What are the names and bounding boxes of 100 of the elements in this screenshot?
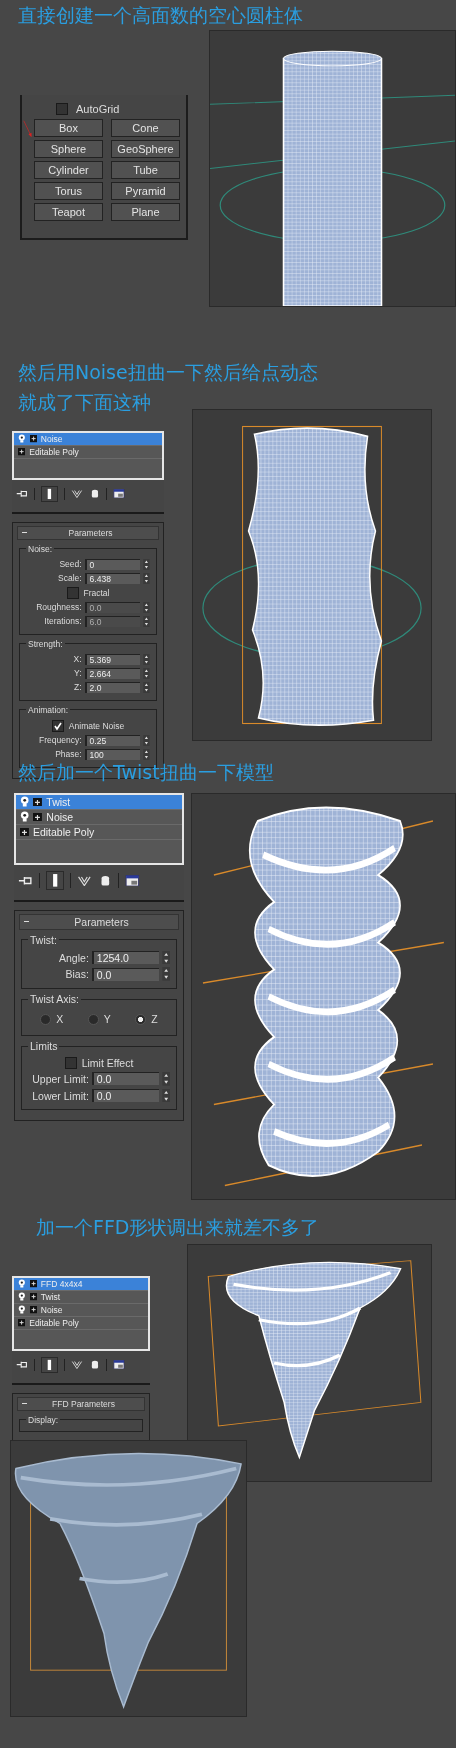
radio-label: Z <box>151 1013 158 1026</box>
spinner-icon[interactable] <box>161 967 170 982</box>
expand-icon[interactable] <box>18 448 26 456</box>
spinner-icon[interactable] <box>161 1072 170 1086</box>
window-icon[interactable] <box>113 1359 126 1370</box>
modifier-stack-item[interactable]: Noise <box>16 810 182 825</box>
value-field[interactable]: 0.0 <box>91 1089 159 1102</box>
lightbulb-icon[interactable] <box>18 1305 26 1315</box>
radio-button[interactable] <box>135 1013 147 1025</box>
modifier-label: Editable Poly <box>29 1318 79 1328</box>
object-type-button[interactable]: Cylinder <box>34 161 103 179</box>
value-field[interactable]: 2.664 <box>84 667 141 679</box>
expand-icon[interactable] <box>29 1306 37 1314</box>
expand-icon[interactable] <box>29 1280 37 1288</box>
field-label: Angle: <box>59 951 89 964</box>
field-label: Scale: <box>58 573 82 584</box>
modifier-stack-item[interactable]: FFD 4x4x4 <box>14 1278 148 1291</box>
spinner-icon[interactable] <box>143 615 150 627</box>
modifier-stack-item[interactable]: Editable Poly <box>14 446 162 459</box>
modifier-stack-item[interactable]: Twist <box>14 1291 148 1304</box>
field-label: Upper Limit: <box>32 1072 89 1085</box>
expand-icon[interactable] <box>33 812 43 822</box>
spinner-icon[interactable] <box>143 653 150 665</box>
spinner-icon[interactable] <box>143 572 150 584</box>
lightbulb-icon[interactable] <box>18 434 26 444</box>
bar-icon <box>50 873 60 888</box>
object-type-button[interactable]: Teapot <box>34 203 103 221</box>
object-type-button[interactable]: Box <box>34 119 103 137</box>
pin-icon[interactable] <box>16 488 28 499</box>
value-field[interactable]: 0.25 <box>84 734 141 746</box>
checkbox[interactable] <box>66 586 79 599</box>
pin-icon[interactable] <box>16 1359 28 1370</box>
window-icon[interactable] <box>125 874 141 887</box>
modifier-stack-item[interactable]: Noise <box>14 1304 148 1317</box>
expand-icon[interactable] <box>29 1293 37 1301</box>
step-heading: 直接创建一个高面数的空心圆柱体 <box>17 3 304 28</box>
expand-icon[interactable] <box>29 435 37 443</box>
lightbulb-icon[interactable] <box>18 1292 26 1302</box>
checkbox-label: Animate Noise <box>68 720 125 731</box>
modifier-stack-item[interactable]: Twist <box>16 795 182 810</box>
spinner-icon[interactable] <box>143 667 150 679</box>
modifier-label: Editable Poly <box>29 447 79 457</box>
group-title: Animation: <box>27 704 70 715</box>
modifier-stack-item[interactable]: Editable Poly <box>16 825 182 840</box>
field-label: Roughness: <box>36 602 82 613</box>
field-label: Z: <box>74 682 82 693</box>
value-field[interactable]: 100 <box>84 748 141 760</box>
v-icon[interactable] <box>77 874 92 887</box>
pin-icon[interactable] <box>18 874 33 887</box>
rollout-header[interactable]: FFD Parameters <box>17 1396 145 1411</box>
rollout-header[interactable]: Parameters <box>19 913 179 930</box>
object-type-button[interactable]: Torus <box>34 182 103 200</box>
spinner-icon[interactable] <box>143 601 150 613</box>
value-field[interactable]: 2.0 <box>84 681 141 693</box>
show-end-result-button[interactable] <box>40 1356 58 1373</box>
value-field[interactable]: 5.369 <box>84 653 141 665</box>
step-heading: 然后加一个Twist扭曲一下模型 <box>18 760 275 785</box>
field-label: Bias: <box>65 968 89 981</box>
modifier-stack-item[interactable]: Noise <box>14 433 162 446</box>
object-type-button[interactable]: GeoSphere <box>111 140 180 158</box>
checkbox-label: Fractal <box>83 587 110 598</box>
radio-button[interactable] <box>87 1013 99 1025</box>
object-type-button[interactable]: Tube <box>111 161 180 179</box>
spinner-icon[interactable] <box>143 558 150 570</box>
value-field[interactable]: 0.0 <box>91 1072 159 1086</box>
spinner-icon[interactable] <box>161 950 170 965</box>
expand-icon[interactable] <box>20 827 29 837</box>
value-field[interactable]: 0 <box>84 558 141 570</box>
spinner-icon[interactable] <box>143 681 150 693</box>
step-heading: 加一个FFD形状调出来就差不多了 <box>36 1215 321 1240</box>
group-title: Noise: <box>27 543 54 554</box>
object-type-button[interactable]: Pyramid <box>111 182 180 200</box>
v-icon[interactable] <box>70 1359 83 1370</box>
show-end-result-button[interactable] <box>45 871 65 890</box>
v-icon[interactable] <box>70 488 83 499</box>
lightbulb-icon[interactable] <box>18 1279 26 1289</box>
lightbulb-icon[interactable] <box>20 811 30 823</box>
lightbulb-icon[interactable] <box>20 796 30 808</box>
spinner-icon[interactable] <box>143 734 150 746</box>
value-field[interactable]: 6.438 <box>84 572 141 584</box>
radio-button[interactable] <box>40 1013 52 1025</box>
expand-icon[interactable] <box>18 1319 26 1327</box>
expand-icon[interactable] <box>33 797 43 807</box>
value-field[interactable]: 1254.0 <box>91 951 159 965</box>
rollout-header[interactable]: Parameters <box>17 525 159 540</box>
object-type-button[interactable]: Sphere <box>34 140 103 158</box>
checkbox[interactable] <box>51 719 64 732</box>
step-heading: 就成了下面这种 <box>18 390 152 415</box>
object-type-button[interactable]: Plane <box>111 203 180 221</box>
object-type-button[interactable]: Cone <box>111 119 180 137</box>
modifier-stack-item[interactable]: Editable Poly <box>14 1317 148 1330</box>
checkbox[interactable] <box>64 1057 77 1070</box>
checkbox[interactable] <box>56 103 68 115</box>
modifier-label: Editable Poly <box>32 826 95 838</box>
spinner-icon[interactable] <box>143 748 150 760</box>
show-end-result-button[interactable] <box>40 485 58 502</box>
rollout-title: FFD Parameters <box>51 1398 116 1409</box>
window-icon[interactable] <box>113 488 126 499</box>
spinner-icon[interactable] <box>161 1088 170 1103</box>
value-field[interactable]: 0.0 <box>91 967 159 981</box>
